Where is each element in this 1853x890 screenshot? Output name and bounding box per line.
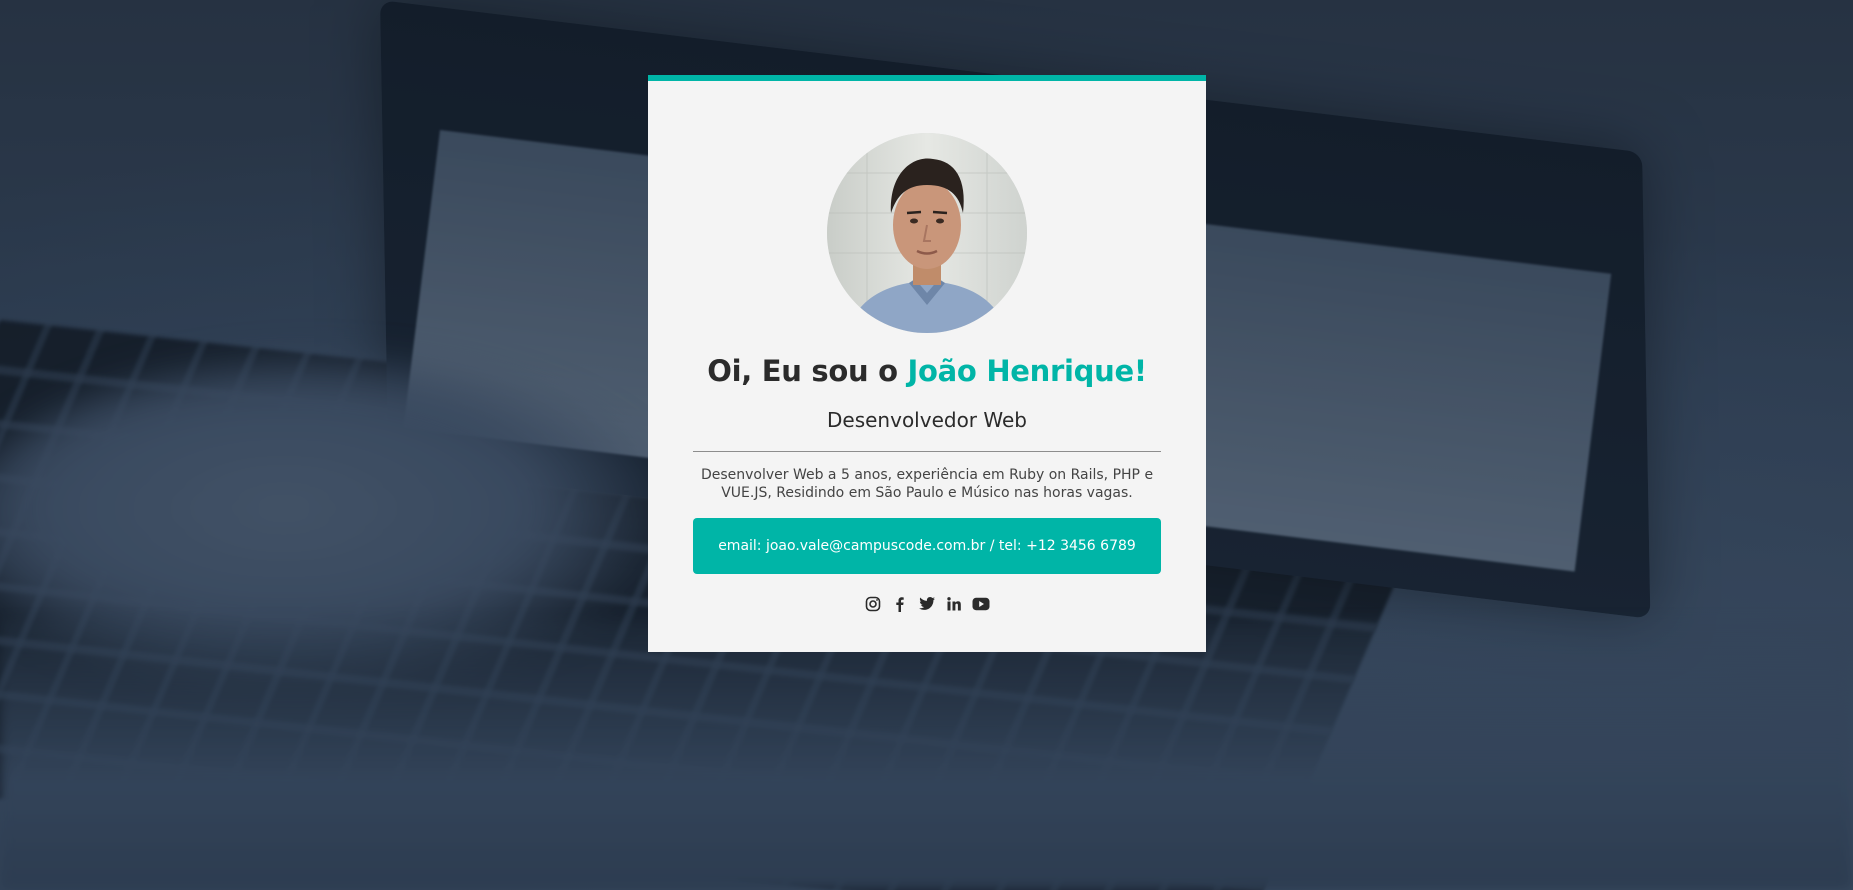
greeting-prefix: Oi, Eu sou o [707, 354, 908, 388]
person-name: João Henrique! [907, 354, 1148, 388]
bio-text: Desenvolver Web a 5 anos, experiência em… [700, 467, 1154, 501]
avatar-photo [827, 133, 1027, 333]
youtube-icon[interactable] [972, 595, 990, 613]
instagram-icon[interactable] [864, 595, 882, 613]
divider [693, 451, 1161, 452]
facebook-icon[interactable] [891, 595, 909, 613]
page-title: Oi, Eu sou o João Henrique! [648, 353, 1206, 391]
linkedin-icon[interactable] [945, 595, 963, 613]
twitter-icon[interactable] [918, 595, 936, 613]
job-title: Desenvolvedor Web [827, 408, 1027, 432]
contact-button[interactable]: email: joao.vale@campuscode.com.br / tel… [693, 518, 1161, 574]
profile-card: Oi, Eu sou o João Henrique! Desenvolvedo… [648, 75, 1206, 652]
avatar [827, 133, 1027, 333]
social-links [648, 593, 1206, 615]
